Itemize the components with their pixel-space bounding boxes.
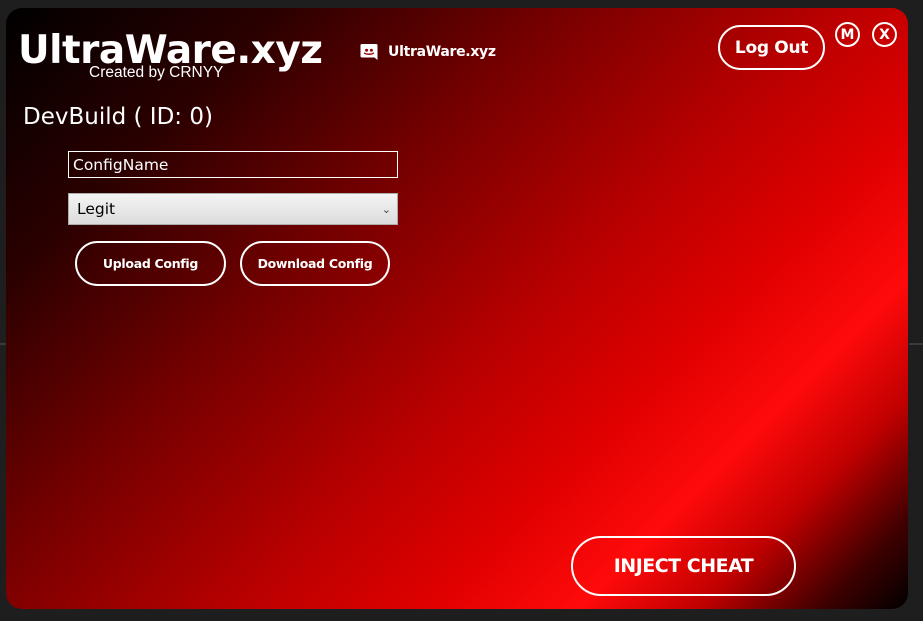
build-label: DevBuild ( ID: 0) bbox=[23, 104, 213, 130]
upload-config-button[interactable]: Upload Config bbox=[75, 241, 226, 286]
download-config-button[interactable]: Download Config bbox=[240, 241, 390, 286]
discord-label: UltraWare.xyz bbox=[388, 44, 496, 60]
config-preset-dropdown[interactable]: Legit ⌄ bbox=[68, 193, 398, 225]
launcher-window: UltraWare.xyz Created by CRNYY UltraWare… bbox=[6, 8, 908, 609]
close-button[interactable]: X bbox=[872, 22, 897, 47]
background-divider-right bbox=[909, 343, 923, 345]
chevron-down-icon: ⌄ bbox=[381, 202, 391, 216]
discord-link[interactable]: UltraWare.xyz bbox=[359, 42, 496, 62]
inject-cheat-button[interactable]: INJECT CHEAT bbox=[571, 536, 796, 596]
minimize-button[interactable]: M bbox=[835, 22, 860, 47]
log-out-button[interactable]: Log Out bbox=[718, 25, 825, 70]
preset-selected-value: Legit bbox=[77, 200, 116, 218]
author-credit: Created by CRNYY bbox=[89, 64, 224, 81]
discord-icon bbox=[359, 42, 379, 62]
config-name-input[interactable] bbox=[68, 151, 398, 178]
